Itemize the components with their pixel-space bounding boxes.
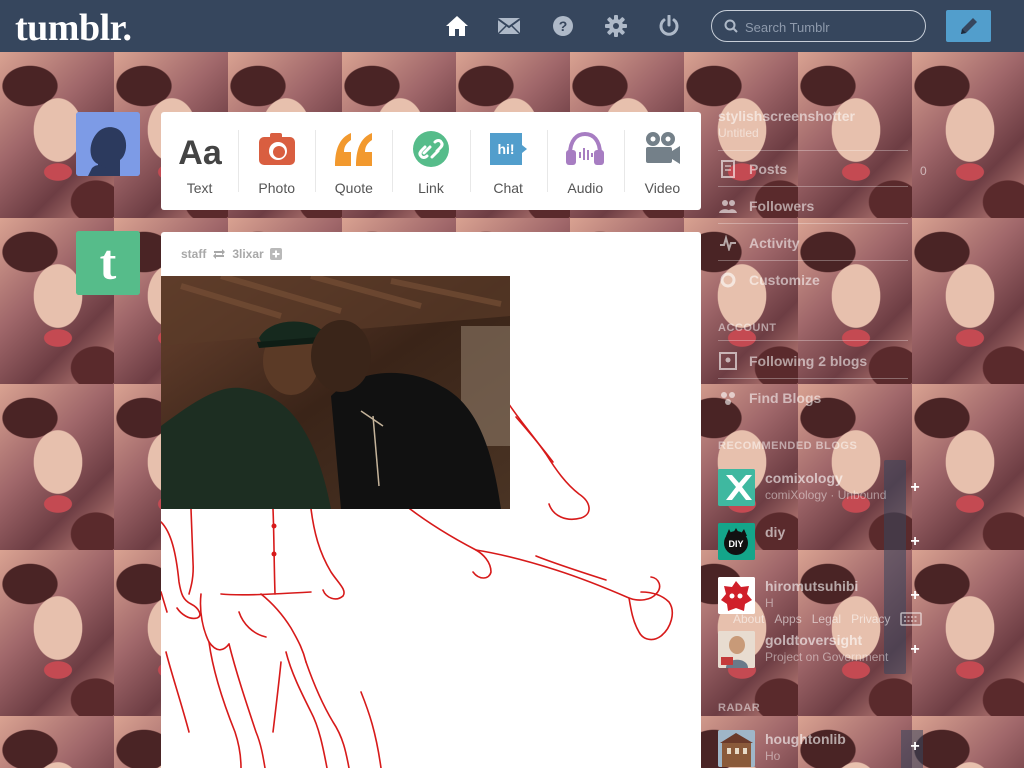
customize-icon — [718, 270, 738, 290]
posts-count: 0 — [920, 164, 927, 178]
reblogged-from[interactable]: 3lixar — [232, 247, 263, 261]
post-type-audio[interactable]: Audio — [546, 112, 624, 210]
divider — [718, 223, 908, 224]
chat-icon: hi! — [488, 130, 528, 168]
follow-plus-icon[interactable]: + — [908, 588, 922, 604]
sidebar-item-customize[interactable]: Customize — [718, 269, 918, 291]
link-icon — [412, 130, 449, 168]
blog-avatar — [718, 631, 755, 668]
svg-text:hi!: hi! — [498, 141, 515, 157]
post-type-bar: Aa Text Photo Quote Link hi! Chat Audio — [161, 112, 701, 210]
post-type-text[interactable]: Aa Text — [161, 112, 238, 210]
recommended-blog[interactable]: DIY diy — [718, 523, 918, 560]
search-box[interactable] — [711, 10, 926, 42]
follow-plus-icon[interactable]: + — [908, 480, 922, 496]
search-input[interactable] — [745, 17, 915, 37]
account-heading: ACCOUNT — [718, 322, 777, 334]
activity-icon — [718, 233, 738, 253]
divider — [718, 186, 908, 187]
plus-icon[interactable] — [269, 248, 282, 260]
top-navigation-bar: tumblr. ? — [0, 0, 1024, 52]
radar-blog[interactable]: houghtonlib Ho — [718, 730, 918, 767]
recommended-blog[interactable]: comixology comiXology · Unbound — [718, 469, 918, 506]
recommended-blog[interactable]: goldtoversight Project on Government — [718, 631, 918, 668]
radar-heading: RADAR — [718, 702, 761, 714]
keyboard-icon[interactable] — [900, 612, 923, 626]
svg-text:t: t — [100, 234, 117, 290]
footer-link-legal[interactable]: Legal — [812, 612, 841, 626]
follow-plus-icon[interactable]: + — [908, 534, 922, 550]
user-avatar[interactable] — [76, 112, 140, 176]
find-blogs-icon — [718, 388, 738, 408]
blog-subtitle: Untitled — [718, 126, 759, 140]
post-type-video[interactable]: Video — [623, 112, 701, 210]
svg-text:?: ? — [559, 18, 568, 34]
post-type-photo[interactable]: Photo — [238, 112, 315, 210]
post-type-link[interactable]: Link — [392, 112, 469, 210]
divider — [718, 150, 908, 151]
reblog-icon — [213, 249, 226, 259]
recommended-blog[interactable]: hiromutsuhibi H — [718, 577, 918, 614]
follow-plus-icon[interactable]: + — [908, 642, 922, 658]
dashboard-post: staff 3lixar — [161, 232, 701, 768]
blog-avatar — [718, 469, 755, 506]
pencil-icon — [960, 18, 977, 34]
post-photo[interactable] — [161, 276, 510, 509]
compose-button[interactable] — [946, 10, 991, 42]
post-author[interactable]: staff — [181, 247, 206, 261]
right-sidebar: stylishscreenshotter Untitled Posts 0 Fo… — [701, 100, 1024, 768]
home-icon[interactable] — [444, 13, 470, 39]
sidebar-item-posts[interactable]: Posts — [718, 158, 918, 180]
following-icon — [718, 351, 738, 371]
follow-plus-icon[interactable]: + — [908, 739, 922, 755]
followers-icon — [718, 196, 738, 216]
footer-link-about[interactable]: About — [733, 612, 764, 626]
svg-text:Aa: Aa — [178, 134, 223, 168]
mail-icon[interactable] — [496, 13, 522, 39]
video-camera-icon — [643, 130, 681, 168]
footer-links: About Apps Legal Privacy — [733, 612, 923, 626]
blog-avatar — [718, 730, 755, 767]
camera-icon — [258, 130, 296, 168]
divider — [718, 260, 908, 261]
blog-title[interactable]: stylishscreenshotter — [718, 108, 855, 124]
footer-link-apps[interactable]: Apps — [774, 612, 801, 626]
footer-link-privacy[interactable]: Privacy — [851, 612, 890, 626]
blog-avatar — [718, 577, 755, 614]
posts-icon — [718, 159, 738, 179]
sidebar-item-following[interactable]: Following 2 blogs — [718, 350, 918, 372]
blog-avatar: DIY — [718, 523, 755, 560]
svg-text:DIY: DIY — [728, 539, 743, 549]
recommended-heading: RECOMMENDED BLOGS — [718, 440, 858, 452]
divider — [718, 340, 908, 341]
headphones-icon — [565, 130, 605, 168]
post-header: staff 3lixar — [181, 247, 282, 261]
power-icon[interactable] — [656, 13, 682, 39]
text-icon: Aa — [176, 130, 224, 168]
post-type-chat[interactable]: hi! Chat — [469, 112, 547, 210]
search-icon — [724, 19, 738, 33]
help-icon[interactable]: ? — [550, 13, 576, 39]
gear-icon[interactable] — [603, 13, 629, 39]
sidebar-item-activity[interactable]: Activity — [718, 232, 918, 254]
post-type-quote[interactable]: Quote — [315, 112, 392, 210]
sidebar-item-find-blogs[interactable]: Find Blogs — [718, 387, 918, 409]
tumblr-logo[interactable]: tumblr. — [15, 6, 132, 50]
quote-icon — [333, 130, 375, 168]
divider — [718, 378, 908, 379]
sidebar-item-followers[interactable]: Followers — [718, 195, 918, 217]
tumblr-staff-avatar[interactable]: t — [76, 231, 140, 295]
